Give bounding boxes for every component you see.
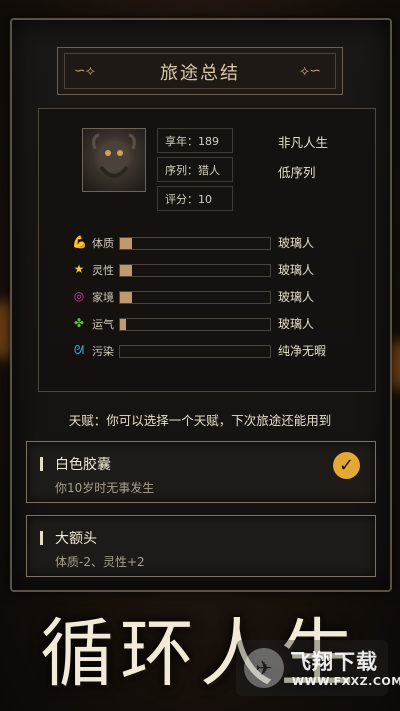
stat-value: 纯净无暇 [278, 344, 327, 358]
talent-card-white-capsule[interactable]: 白色胶囊 你10岁时无事发生 ✓ [26, 441, 376, 503]
page-title: 旅途总结 [160, 63, 240, 84]
score-field: 评分：10 [157, 186, 233, 211]
stat-row-constitution: 💪 体质 玻璃人 [72, 235, 362, 251]
talent-note: 天赋：你可以选择一个天赋，下次旅途还能用到 [68, 413, 332, 428]
stat-bar [119, 345, 271, 358]
talent-card-big-forehead[interactable]: 大额头 体质-2、灵性+2 [26, 515, 376, 577]
card-accent-bar [40, 531, 43, 545]
watermark-logo-icon: ✈ [244, 648, 284, 688]
talent-desc: 体质-2、灵性+2 [55, 555, 145, 569]
watermark-name: 飞翔下载 [290, 650, 378, 674]
card-accent-bar [40, 457, 43, 471]
stat-row-spirit: ★ 灵性 玻璃人 [72, 262, 362, 278]
stat-bar [119, 264, 271, 277]
sequence-tag: 低序列 [278, 165, 316, 180]
stat-name: 灵性 [92, 264, 114, 277]
stat-name: 家境 [92, 291, 114, 304]
muscle-icon: 💪 [72, 235, 87, 249]
talent-name: 大额头 [55, 531, 97, 547]
stat-bar [119, 237, 271, 250]
pollution-icon: ᘛ [73, 343, 85, 357]
swirl-icon: ◎ [73, 289, 85, 303]
stat-name: 体质 [92, 237, 114, 250]
stat-row-family: ◎ 家境 玻璃人 [72, 289, 362, 305]
stat-value: 玻璃人 [278, 263, 315, 277]
talent-desc: 你10岁时无事发生 [55, 481, 155, 495]
stat-name: 污染 [92, 345, 114, 358]
check-icon: ✓ [333, 452, 360, 479]
stat-bar [119, 291, 271, 304]
sequence-field: 序列：猎人 [157, 157, 233, 182]
stat-bar [119, 318, 271, 331]
clover-icon: ✤ [73, 316, 85, 330]
stat-value: 玻璃人 [278, 236, 315, 250]
star-icon: ★ [73, 262, 85, 276]
stat-value: 玻璃人 [278, 290, 315, 304]
stat-row-luck: ✤ 运气 玻璃人 [72, 316, 362, 332]
watermark-url: WWW.FXXZ.COM [292, 675, 400, 688]
stat-name: 运气 [92, 318, 114, 331]
character-avatar [82, 128, 146, 192]
age-field: 享年：189 [157, 128, 233, 153]
life-tag: 非凡人生 [278, 135, 329, 150]
watermark: ✈ 飞翔下载 WWW.FXXZ.COM [236, 640, 400, 696]
stat-row-pollution: ᘛ 污染 纯净无暇 [72, 343, 362, 359]
stat-value: 玻璃人 [278, 317, 315, 331]
talent-name: 白色胶囊 [55, 457, 111, 473]
